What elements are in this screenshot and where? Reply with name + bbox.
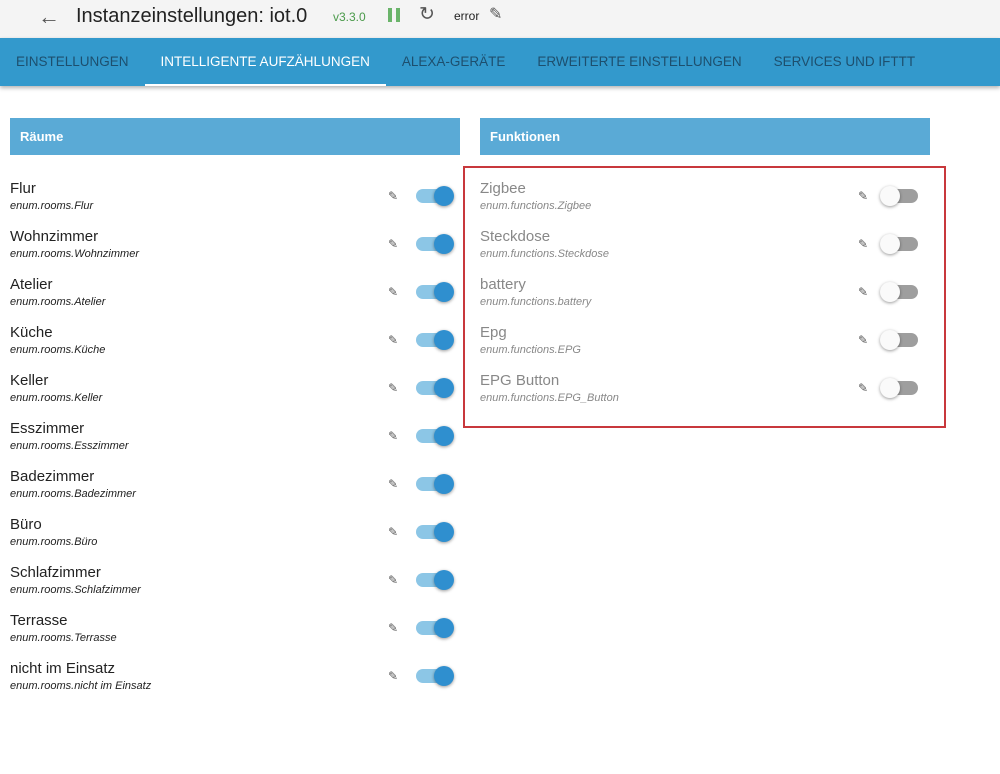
edit-icon[interactable]: ✎ (388, 381, 398, 395)
item-id: enum.rooms.Büro (10, 536, 98, 548)
item-name: Epg (480, 324, 507, 341)
edit-icon[interactable]: ✎ (388, 573, 398, 587)
functions-list-item: EPG Button enum.functions.EPG_Button ✎ (480, 372, 930, 420)
item-id: enum.rooms.nicht im Einsatz (10, 680, 152, 692)
functions-list-item: battery enum.functions.battery ✎ (480, 276, 930, 324)
item-name: EPG Button (480, 372, 560, 389)
enable-toggle[interactable] (416, 474, 454, 494)
enable-toggle[interactable] (880, 330, 918, 350)
enable-toggle[interactable] (880, 282, 918, 302)
item-id: enum.rooms.Flur (10, 200, 94, 212)
rooms-list-item: Wohnzimmer enum.rooms.Wohnzimmer ✎ (10, 228, 460, 276)
enable-toggle[interactable] (416, 330, 454, 350)
pause-icon[interactable] (388, 8, 400, 22)
item-id: enum.rooms.Schlafzimmer (10, 584, 141, 596)
rooms-list-item: Küche enum.rooms.Küche ✎ (10, 324, 460, 372)
edit-icon[interactable]: ✎ (858, 189, 868, 203)
item-name: Steckdose (480, 228, 551, 245)
edit-icon[interactable]: ✎ (858, 333, 868, 347)
edit-icon[interactable]: ✎ (489, 4, 502, 24)
item-name: Büro (10, 516, 42, 533)
item-name: Keller (10, 372, 49, 389)
edit-icon[interactable]: ✎ (388, 669, 398, 683)
enable-toggle[interactable] (880, 234, 918, 254)
enable-toggle[interactable] (416, 618, 454, 638)
functions-header: Funktionen (480, 118, 930, 155)
item-id: enum.functions.Steckdose (480, 248, 610, 260)
rooms-list-item: Keller enum.rooms.Keller ✎ (10, 372, 460, 420)
edit-icon[interactable]: ✎ (388, 621, 398, 635)
tab-1[interactable]: INTELLIGENTE AUFZÄHLUNGEN (144, 38, 387, 86)
rooms-list-item: Büro enum.rooms.Büro ✎ (10, 516, 460, 564)
edit-icon[interactable]: ✎ (388, 525, 398, 539)
item-id: enum.rooms.Keller (10, 392, 103, 404)
rooms-list-item: Flur enum.rooms.Flur ✎ (10, 180, 460, 228)
item-id: enum.rooms.Badezimmer (10, 488, 136, 500)
item-name: nicht im Einsatz (10, 660, 116, 677)
reload-icon[interactable]: ↻ (419, 3, 435, 26)
tab-2[interactable]: ALEXA-GERÄTE (386, 38, 522, 86)
item-name: Terrasse (10, 612, 68, 629)
functions-list-item: Zigbee enum.functions.Zigbee ✎ (480, 180, 930, 228)
edit-icon[interactable]: ✎ (388, 429, 398, 443)
item-id: enum.rooms.Küche (10, 344, 106, 356)
item-id: enum.rooms.Terrasse (10, 632, 117, 644)
item-name: Zigbee (480, 180, 526, 197)
item-name: battery (480, 276, 526, 293)
enable-toggle[interactable] (416, 426, 454, 446)
item-id: enum.functions.Zigbee (480, 200, 592, 212)
tab-3[interactable]: ERWEITERTE EINSTELLUNGEN (521, 38, 757, 86)
rooms-list-item: Esszimmer enum.rooms.Esszimmer ✎ (10, 420, 460, 468)
enable-toggle[interactable] (416, 282, 454, 302)
item-name: Schlafzimmer (10, 564, 101, 581)
item-name: Badezimmer (10, 468, 95, 485)
item-id: enum.functions.EPG (480, 344, 581, 356)
edit-icon[interactable]: ✎ (388, 285, 398, 299)
status-text: error (454, 9, 480, 23)
item-id: enum.rooms.Wohnzimmer (10, 248, 139, 260)
tab-bar: EINSTELLUNGEN INTELLIGENTE AUFZÄHLUNGEN AL… (0, 38, 1000, 86)
enable-toggle[interactable] (880, 186, 918, 206)
title-bar: ← Instanzeinstellungen: iot.0 v3.3.0 ↻ e… (0, 0, 1000, 38)
item-id: enum.rooms.Atelier (10, 296, 106, 308)
enable-toggle[interactable] (416, 522, 454, 542)
version-label: v3.3.0 (333, 10, 366, 24)
item-id: enum.rooms.Esszimmer (10, 440, 129, 452)
edit-icon[interactable]: ✎ (388, 477, 398, 491)
enable-toggle[interactable] (416, 666, 454, 686)
tab-4[interactable]: SERVICES UND IFTTT (758, 38, 932, 86)
edit-icon[interactable]: ✎ (858, 285, 868, 299)
item-id: enum.functions.battery (480, 296, 592, 308)
enable-toggle[interactable] (416, 186, 454, 206)
rooms-list-item: Atelier enum.rooms.Atelier ✎ (10, 276, 460, 324)
item-name: Flur (10, 180, 36, 197)
enable-toggle[interactable] (416, 570, 454, 590)
item-name: Atelier (10, 276, 53, 293)
enable-toggle[interactable] (416, 234, 454, 254)
enable-toggle[interactable] (880, 378, 918, 398)
enable-toggle[interactable] (416, 378, 454, 398)
edit-icon[interactable]: ✎ (858, 381, 868, 395)
rooms-header: Räume (10, 118, 460, 155)
page-title: Instanzeinstellungen: iot.0 (76, 5, 308, 27)
tab-0[interactable]: EINSTELLUNGEN (0, 38, 145, 86)
rooms-list-item: Badezimmer enum.rooms.Badezimmer ✎ (10, 468, 460, 516)
item-name: Esszimmer (10, 420, 85, 437)
edit-icon[interactable]: ✎ (388, 333, 398, 347)
functions-list-item: Steckdose enum.functions.Steckdose ✎ (480, 228, 930, 276)
rooms-list-item: Terrasse enum.rooms.Terrasse ✎ (10, 612, 460, 660)
edit-icon[interactable]: ✎ (388, 189, 398, 203)
item-name: Küche (10, 324, 53, 341)
back-arrow-icon[interactable]: ← (38, 4, 60, 30)
item-name: Wohnzimmer (10, 228, 99, 245)
edit-icon[interactable]: ✎ (388, 237, 398, 251)
functions-list-item: Epg enum.functions.EPG ✎ (480, 324, 930, 372)
edit-icon[interactable]: ✎ (858, 237, 868, 251)
rooms-list-item: nicht im Einsatz enum.rooms.nicht im Ein… (10, 660, 460, 708)
item-id: enum.functions.EPG_Button (480, 392, 619, 404)
rooms-list-item: Schlafzimmer enum.rooms.Schlafzimmer ✎ (10, 564, 460, 612)
